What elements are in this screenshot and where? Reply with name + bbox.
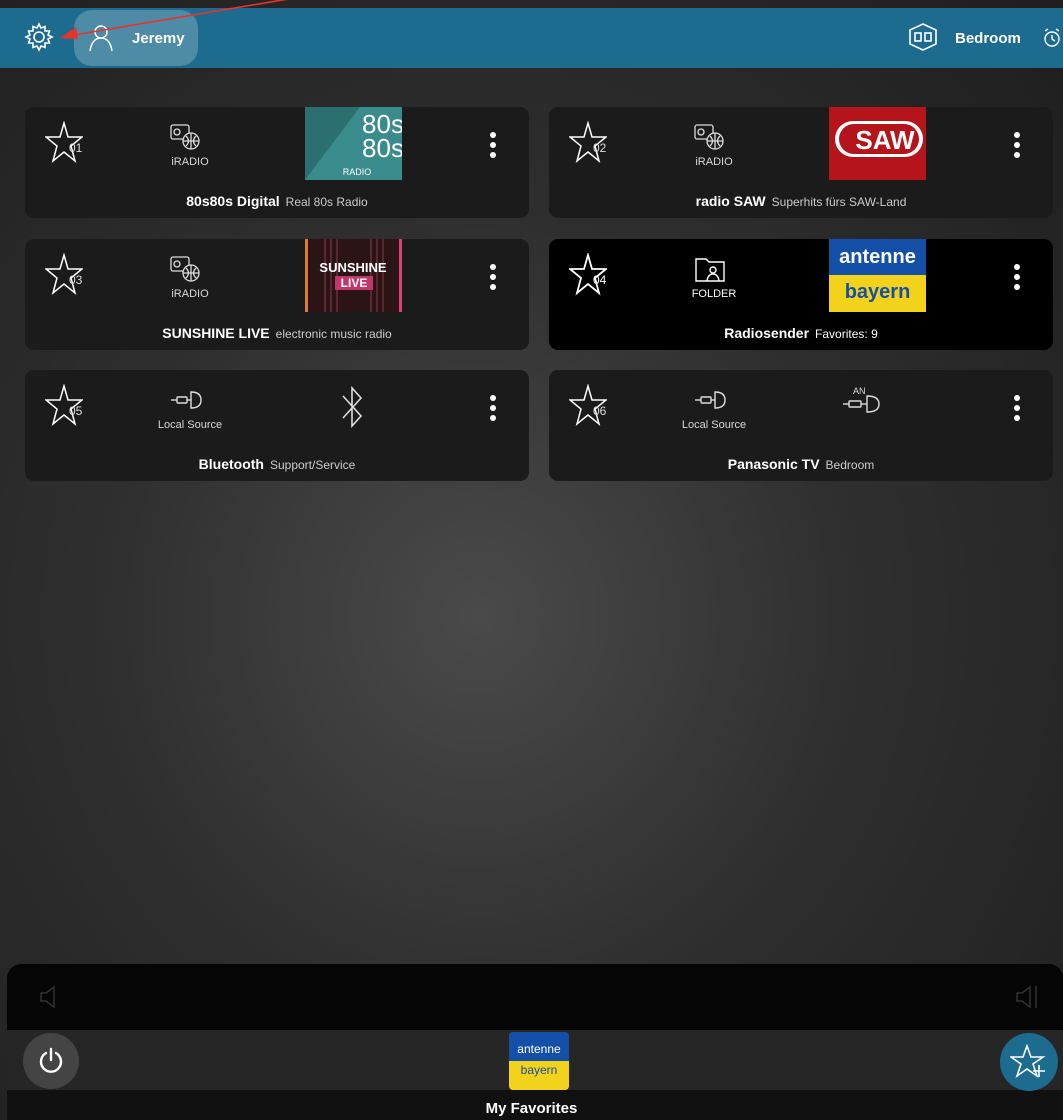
preset-card-03[interactable]: 03 iRADIO SUNSHINE LIVE SUNSHINE LIVE ele… xyxy=(25,239,529,350)
preset-subtitle: Support/Service xyxy=(269,458,356,472)
source-label: Local Source xyxy=(681,419,747,431)
preset-subtitle: Real 80s Radio xyxy=(285,195,368,209)
analog-label: AN xyxy=(853,386,866,396)
more-options-icon[interactable] xyxy=(485,131,501,159)
add-favorite-button[interactable] xyxy=(1000,1033,1058,1091)
source-label: FOLDER xyxy=(691,288,737,300)
volume-up-icon[interactable] xyxy=(1013,984,1053,1010)
room-cube-icon[interactable] xyxy=(906,22,940,52)
logo-top-text: antenne xyxy=(829,239,926,275)
station-logo: 80s 80s RADIO xyxy=(305,107,402,180)
source-label: iRADIO xyxy=(171,156,209,168)
settings-gear-icon[interactable] xyxy=(24,22,54,52)
now-playing-label: My Favorites xyxy=(485,1100,578,1117)
top-bar: Jeremy Bedroom xyxy=(0,8,1063,68)
station-logo: SUNSHINE LIVE xyxy=(305,239,402,312)
preset-slot-number: 01 xyxy=(69,141,83,155)
preset-subtitle: Superhits fürs SAW-Land xyxy=(771,195,907,209)
preset-slot-number: 05 xyxy=(69,404,83,418)
preset-slot-number: 06 xyxy=(593,404,607,418)
radio-globe-icon xyxy=(694,124,724,150)
radio-globe-icon xyxy=(170,124,200,150)
logo-line-2: 80s xyxy=(362,133,402,163)
preset-title: Radiosender xyxy=(724,325,810,341)
preset-slot-number: 02 xyxy=(593,141,607,155)
power-icon xyxy=(39,1047,63,1073)
volume-down-icon[interactable] xyxy=(37,984,63,1010)
preset-title: Bluetooth xyxy=(198,456,264,472)
user-icon xyxy=(89,25,113,52)
preset-title: SUNSHINE LIVE xyxy=(162,325,270,341)
preset-card-06[interactable]: 06 Local Source AN Panasonic TV Bedroom xyxy=(549,370,1053,481)
logo-bottom-text: bayern xyxy=(829,275,926,312)
preset-title: Panasonic TV xyxy=(727,456,820,472)
logo-text: SAW xyxy=(855,125,915,155)
radio-globe-icon xyxy=(170,256,200,282)
source-label: iRADIO xyxy=(171,288,209,300)
more-options-icon[interactable] xyxy=(1009,394,1025,422)
preset-title-row: SUNSHINE LIVE electronic music radio xyxy=(25,325,529,343)
now-logo-top: antenne xyxy=(509,1032,569,1061)
preset-card-04[interactable]: 04 FOLDER antenne bayern Radiosender Favo… xyxy=(549,239,1053,350)
more-options-icon[interactable] xyxy=(485,394,501,422)
power-button[interactable] xyxy=(23,1033,79,1089)
source-label: iRADIO xyxy=(695,156,733,168)
preset-title-row: 80s80s Digital Real 80s Radio xyxy=(25,193,529,211)
source-label: Local Source xyxy=(157,419,223,431)
bluetooth-icon xyxy=(342,385,363,429)
aux-plug-icon xyxy=(695,391,726,409)
preset-slot-number: 03 xyxy=(69,273,83,287)
station-logo: SAW xyxy=(829,107,926,180)
star-plus-icon xyxy=(1010,1043,1046,1079)
aux-plug-icon xyxy=(171,391,202,409)
svg-text:SUNSHINE: SUNSHINE xyxy=(319,260,387,275)
volume-bar[interactable] xyxy=(7,964,1063,1030)
more-options-icon[interactable] xyxy=(1009,263,1025,291)
preset-card-02[interactable]: 02 iRADIO SAW radio SAW Superhits fürs SA… xyxy=(549,107,1053,218)
preset-card-01[interactable]: 01 iRADIO 80s 80s RADIO 80s80s Digital Re… xyxy=(25,107,529,218)
preset-title: radio SAW xyxy=(695,193,766,209)
preset-title-row: Bluetooth Support/Service xyxy=(25,456,529,474)
analog-input-icon: AN xyxy=(843,386,880,413)
preset-title-row: Panasonic TV Bedroom xyxy=(549,456,1053,474)
now-logo-bottom: bayern xyxy=(509,1061,569,1090)
alarm-clock-icon[interactable] xyxy=(1043,28,1061,48)
preset-subtitle: Bedroom xyxy=(825,458,875,472)
logo-small-text: RADIO xyxy=(343,167,372,177)
preset-slot-number: 04 xyxy=(593,273,607,287)
preset-title-row: Radiosender Favorites: 9 xyxy=(549,325,1053,343)
more-options-icon[interactable] xyxy=(1009,131,1025,159)
room-name[interactable]: Bedroom xyxy=(955,30,1021,47)
preset-subtitle: Favorites: 9 xyxy=(815,327,878,341)
now-playing-logo[interactable]: antenne bayern xyxy=(509,1032,569,1090)
folder-user-icon xyxy=(695,258,725,282)
preset-title: 80s80s Digital xyxy=(186,193,280,209)
user-profile-button[interactable]: Jeremy xyxy=(74,10,198,66)
station-logo: antenne bayern xyxy=(829,239,926,312)
more-options-icon[interactable] xyxy=(485,263,501,291)
preset-subtitle: electronic music radio xyxy=(275,327,392,341)
user-name: Jeremy xyxy=(132,30,185,47)
svg-text:LIVE: LIVE xyxy=(341,276,368,290)
preset-card-05[interactable]: 05 Local Source Bluetooth Support/Service xyxy=(25,370,529,481)
preset-title-row: radio SAW Superhits fürs SAW-Land xyxy=(549,193,1053,211)
